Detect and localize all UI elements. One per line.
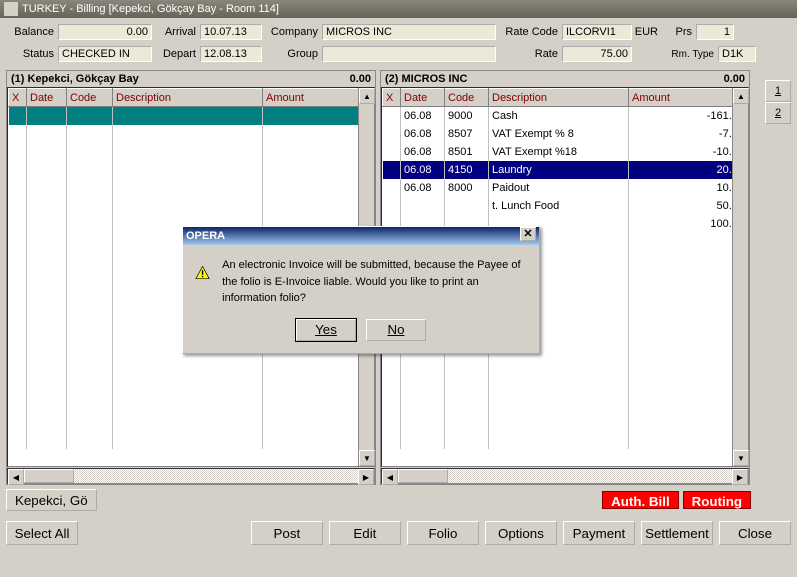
dialog-message: An electronic Invoice will be submitted,… [222, 257, 527, 307]
side-tab-1[interactable]: 1 [765, 80, 791, 102]
table-row[interactable] [9, 161, 374, 179]
table-row[interactable] [9, 377, 374, 395]
group-value [322, 46, 496, 62]
prs-value: 1 [696, 24, 734, 40]
rmtype-value: D1K [718, 46, 756, 62]
window-titlebar: TURKEY - Billing [Kepekci, Gökçay Bay - … [0, 0, 797, 18]
folio-1-title: (1) Kepekci, Gökçay Bay [11, 73, 139, 85]
post-button[interactable]: Post [251, 521, 323, 545]
window-title: TURKEY - Billing [Kepekci, Gökçay Bay - … [22, 0, 279, 18]
col-amt[interactable]: Amount [629, 89, 748, 107]
dialog-close-icon[interactable]: ✕ [520, 227, 536, 241]
scroll-up-icon[interactable]: ▲ [733, 88, 749, 104]
scroll-left-icon[interactable]: ◀ [382, 469, 398, 485]
status-value: CHECKED IN [58, 46, 152, 62]
no-button[interactable]: No [366, 319, 426, 341]
table-row[interactable]: 06.088507VAT Exempt % 8-7.41 [383, 125, 748, 143]
scroll-right-icon[interactable]: ▶ [358, 469, 374, 485]
folio-side-tabs: 1 2 [765, 80, 791, 124]
auth-bill-button[interactable]: Auth. Bill [602, 491, 679, 509]
col-date[interactable]: Date [401, 89, 445, 107]
table-row[interactable] [383, 395, 748, 413]
table-row[interactable] [383, 413, 748, 431]
ratecode-value: ILCORVI1 [562, 24, 632, 40]
folio-1-hscroll[interactable]: ◀ ▶ [7, 468, 375, 484]
balance-value: 0.00 [58, 24, 152, 40]
arrival-label: Arrival [152, 26, 200, 38]
folio-1-total: 0.00 [350, 73, 371, 85]
col-x[interactable]: X [383, 89, 401, 107]
select-all-button[interactable]: Select All [6, 521, 78, 545]
rate-label: Rate [496, 48, 562, 60]
ratecode-label: Rate Code [496, 26, 562, 38]
close-button[interactable]: Close [719, 521, 791, 545]
table-row[interactable] [9, 431, 374, 449]
routing-button[interactable]: Routing [683, 491, 751, 509]
edit-button[interactable]: Edit [329, 521, 401, 545]
col-code[interactable]: Code [67, 89, 113, 107]
col-date[interactable]: Date [27, 89, 67, 107]
folio-button[interactable]: Folio [407, 521, 479, 545]
warning-icon [195, 257, 210, 289]
table-row[interactable]: 06.088000Paidout10.00 [383, 179, 748, 197]
table-row[interactable] [383, 377, 748, 395]
table-row[interactable] [9, 359, 374, 377]
rmtype-label: Rm. Type [662, 49, 718, 60]
scroll-down-icon[interactable]: ▼ [359, 450, 375, 466]
table-row[interactable] [9, 125, 374, 143]
settlement-button[interactable]: Settlement [641, 521, 713, 545]
group-label: Group [262, 48, 322, 60]
scroll-left-icon[interactable]: ◀ [8, 469, 24, 485]
folio-2-total: 0.00 [724, 73, 745, 85]
yes-button[interactable]: Yes [296, 319, 356, 341]
side-tab-2[interactable]: 2 [765, 102, 791, 124]
scroll-down-icon[interactable]: ▼ [733, 450, 749, 466]
col-code[interactable]: Code [445, 89, 489, 107]
col-x[interactable]: X [9, 89, 27, 107]
scroll-right-icon[interactable]: ▶ [732, 469, 748, 485]
folio-2-vscroll[interactable]: ▲ ▼ [732, 88, 748, 466]
table-row[interactable] [9, 179, 374, 197]
guest-tab[interactable]: Kepekci, Gö [6, 489, 97, 511]
balance-label: Balance [8, 26, 58, 38]
table-row[interactable]: t. Lunch Food50.00 [383, 197, 748, 215]
table-row[interactable]: 06.089000Cash-161.91 [383, 107, 748, 125]
folio-2-title: (2) MICROS INC [385, 73, 468, 85]
folio-2-hscroll[interactable]: ◀ ▶ [381, 468, 749, 484]
status-label: Status [8, 48, 58, 60]
table-row[interactable]: 06.088501VAT Exempt %18-10.68 [383, 143, 748, 161]
guest-info-panel: Balance 0.00 Arrival 10.07.13 Company MI… [0, 18, 797, 70]
rate-value: 75.00 [562, 46, 632, 62]
app-icon [4, 2, 18, 16]
table-row[interactable] [383, 431, 748, 449]
col-amt[interactable]: Amount [263, 89, 374, 107]
table-row[interactable]: 06.084150Laundry20.00 [383, 161, 748, 179]
confirm-dialog: OPERA ✕ An electronic Invoice will be su… [182, 226, 540, 354]
company-label: Company [262, 26, 322, 38]
arrival-value: 10.07.13 [200, 24, 262, 40]
options-button[interactable]: Options [485, 521, 557, 545]
table-row[interactable] [9, 197, 374, 215]
scroll-thumb[interactable] [24, 469, 74, 483]
depart-value: 12.08.13 [200, 46, 262, 62]
table-row[interactable] [9, 107, 374, 125]
scroll-thumb[interactable] [398, 469, 448, 483]
table-row[interactable] [9, 413, 374, 431]
scroll-up-icon[interactable]: ▲ [359, 88, 375, 104]
table-row[interactable] [9, 143, 374, 161]
currency-label: EUR [632, 26, 662, 38]
dialog-title: OPERA [186, 227, 225, 245]
table-row[interactable] [9, 395, 374, 413]
company-value: MICROS INC [322, 24, 496, 40]
table-row[interactable] [383, 359, 748, 377]
col-desc[interactable]: Description [489, 89, 629, 107]
depart-label: Depart [152, 48, 200, 60]
prs-label: Prs [662, 26, 696, 38]
col-desc[interactable]: Description [113, 89, 263, 107]
payment-button[interactable]: Payment [563, 521, 635, 545]
